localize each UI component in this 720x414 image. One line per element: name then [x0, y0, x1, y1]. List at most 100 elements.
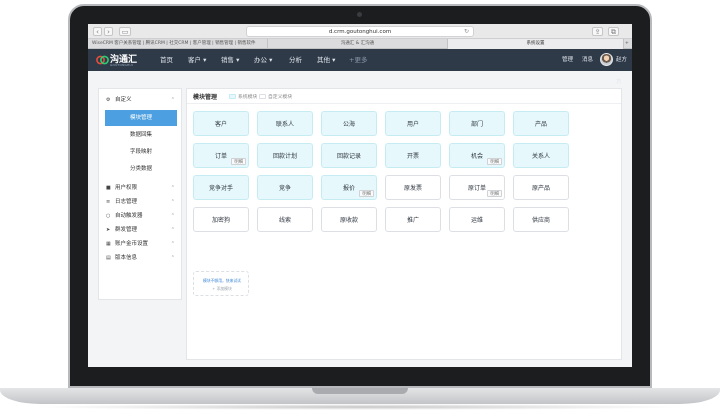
nav-home[interactable]: 首页 — [160, 49, 173, 71]
reload-icon[interactable]: ↻ — [464, 27, 469, 37]
module-card[interactable]: 公海 — [321, 111, 377, 136]
module-card[interactable]: 推广 — [385, 207, 441, 232]
module-card[interactable]: 运维 — [449, 207, 505, 232]
url-field[interactable]: d.crm.goutonghui.com ↻ — [246, 26, 474, 37]
module-card[interactable]: 回款记录 — [321, 143, 377, 168]
module-card[interactable]: 关系人 — [513, 143, 569, 168]
sidebar-item-field-mapping[interactable]: 字段映射 — [105, 144, 177, 160]
browser-tab[interactable]: 沟通汇 & 汇沟通 — [268, 39, 448, 49]
user-name[interactable]: 赵方方 — [616, 49, 632, 85]
chevron-down-icon: ⌃ — [170, 185, 175, 191]
nav-sales[interactable]: 销售 ▾ — [221, 49, 239, 71]
sidebar-group-custom[interactable]: ⚙ 自定义 ⌃ — [99, 93, 183, 107]
screen: ‹ › ▭ d.crm.goutonghui.com ↻ ⇪ ⧉ WiseCRM… — [88, 24, 632, 367]
forward-icon[interactable]: › — [104, 27, 113, 36]
module-card[interactable]: 产品 — [513, 111, 569, 136]
module-card[interactable]: 原订单 明细 — [449, 175, 505, 200]
avatar[interactable] — [600, 53, 613, 66]
laptop-notch — [312, 388, 408, 394]
module-label: 回款记录 — [336, 153, 361, 160]
sidebar-toggle-icon[interactable]: ▭ — [119, 27, 131, 36]
chevron-up-icon: ⌃ — [170, 97, 175, 103]
module-card[interactable]: 原发票 — [385, 175, 441, 200]
sidebar-group-mass-send[interactable]: ➤ 群发管理 ⌃ — [99, 223, 183, 237]
module-label: 运维 — [470, 217, 483, 224]
module-management-panel: 模块管理 系统模块 自定义模块 客户 联系人 公海 用户 部门 产品 订单 明细 回款计划 回款记… — [186, 88, 622, 360]
module-label: 线索 — [278, 217, 291, 224]
module-card[interactable]: 加密狗 — [193, 207, 249, 232]
module-card[interactable]: 竞争 — [257, 175, 313, 200]
module-label: 加密狗 — [211, 217, 230, 224]
module-label: 回款计划 — [272, 153, 297, 160]
chevron-down-icon: ⌃ — [170, 213, 175, 219]
module-label: 订单 — [214, 153, 227, 160]
module-card[interactable]: 供应商 — [513, 207, 569, 232]
browser-tabs: WiseCRM 客户关系管理 | 腾讯CRM | 社交CRM | 客户管理 | … — [88, 39, 632, 49]
send-icon: ➤ — [106, 227, 111, 233]
module-label: 关系人 — [531, 153, 550, 160]
camera-icon — [357, 12, 362, 17]
module-card[interactable]: 客户 — [193, 111, 249, 136]
module-label: 用户 — [406, 121, 419, 128]
legend-custom: 自定义模块 — [259, 93, 292, 100]
tabs-overview-icon[interactable]: ⧉ — [608, 27, 619, 36]
logo-icon — [96, 55, 109, 65]
sidebar-item-data-collection[interactable]: 数据回集 — [105, 127, 177, 143]
add-module-button[interactable]: + 添加模块 — [194, 286, 250, 292]
module-card[interactable]: 原产品 — [513, 175, 569, 200]
module-card[interactable]: 报价 明细 — [321, 175, 377, 200]
browser-tab[interactable]: WiseCRM 客户关系管理 | 腾讯CRM | 社交CRM | 客户管理 | … — [88, 39, 268, 49]
nav-office[interactable]: 办公 ▾ — [254, 49, 272, 71]
sidebar-group-permissions[interactable]: ■ 用户权限 ⌃ — [99, 181, 183, 195]
module-label: 部门 — [470, 121, 483, 128]
module-card[interactable]: 联系人 — [257, 111, 313, 136]
nav-messages[interactable]: 消息 — [582, 49, 593, 71]
new-tab-icon[interactable]: + — [624, 39, 632, 49]
sidebar-group-version[interactable]: ▤ 版本信息 ⌃ — [99, 251, 183, 265]
detail-tag: 明细 — [231, 158, 246, 165]
module-label: 公海 — [342, 121, 355, 128]
module-card[interactable]: 开票 — [385, 143, 441, 168]
sidebar-group-account-coins[interactable]: ▦ 账户金币设置 ⌃ — [99, 237, 183, 251]
add-module-card[interactable]: 模块不够用，快来试试 + 添加模块 — [193, 271, 249, 296]
settings-sidebar: ⚙ 自定义 ⌃ 模块管理 数据回集 字段映射 分类数据 ■ 用户权限 ⌃ ≡ 日… — [98, 88, 182, 300]
legend-system: 系统模块 — [229, 93, 257, 100]
module-label: 客户 — [214, 121, 227, 128]
module-card[interactable]: 部门 — [449, 111, 505, 136]
chevron-down-icon: ⌃ — [170, 199, 175, 205]
browser-toolbar: ‹ › ▭ d.crm.goutonghui.com ↻ ⇪ ⧉ — [88, 24, 632, 39]
sidebar-group-triggers[interactable]: ○ 自动触发器 ⌃ — [99, 209, 183, 223]
sidebar-item-category-data[interactable]: 分类数据 — [105, 161, 177, 177]
sidebar-item-module-management[interactable]: 模块管理 — [105, 110, 177, 126]
module-card[interactable]: 竞争对手 — [193, 175, 249, 200]
module-label: 开票 — [406, 153, 419, 160]
chevron-down-icon: ⌃ — [170, 227, 175, 233]
module-card[interactable]: 回款计划 — [257, 143, 313, 168]
book-icon: ▤ — [106, 255, 111, 261]
module-label: 产品 — [534, 121, 547, 128]
nav-more[interactable]: +更多 — [349, 49, 367, 71]
module-card[interactable]: 用户 — [385, 111, 441, 136]
nav-admin[interactable]: 管理 — [562, 49, 573, 71]
sidebar-group-logs[interactable]: ≡ 日志管理 ⌃ — [99, 195, 183, 209]
module-card[interactable]: 机会 明细 — [449, 143, 505, 168]
module-label: 机会 — [470, 153, 483, 160]
nav-customers[interactable]: 客户 ▾ — [188, 49, 206, 71]
nav-other[interactable]: 其他 ▾ — [317, 49, 335, 71]
module-label: 原订单 — [467, 185, 486, 192]
module-label: 原收款 — [339, 217, 358, 224]
caret-down-icon: ▾ — [267, 56, 273, 64]
url-text: d.crm.goutonghui.com — [328, 29, 392, 35]
nav-analysis[interactable]: 分析 — [289, 49, 302, 71]
back-icon[interactable]: ‹ — [93, 27, 102, 36]
module-card[interactable]: 订单 明细 — [193, 143, 249, 168]
browser-tab-active[interactable]: 系统设置 — [448, 39, 624, 49]
module-label: 原产品 — [531, 185, 550, 192]
module-label: 报价 — [342, 185, 355, 192]
module-card[interactable]: 线索 — [257, 207, 313, 232]
share-icon[interactable]: ⇪ — [592, 27, 603, 36]
detail-tag: 明细 — [487, 158, 502, 165]
detail-tag: 明细 — [487, 190, 502, 197]
add-module-hint: 模块不够用，快来试试 — [203, 278, 241, 283]
module-card[interactable]: 原收款 — [321, 207, 377, 232]
